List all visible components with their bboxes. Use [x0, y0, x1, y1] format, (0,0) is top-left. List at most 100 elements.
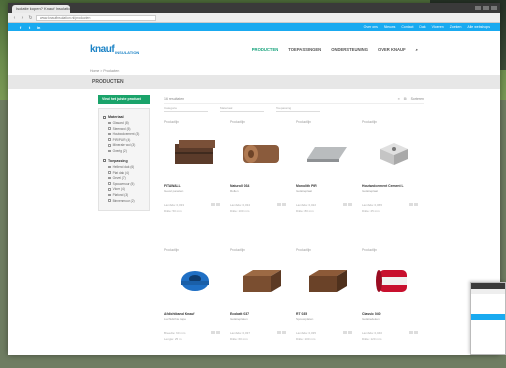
product-card[interactable]: Productlijn Ecobatt 037 Isolatieplaten L…: [230, 248, 292, 368]
checkbox[interactable]: [108, 188, 111, 191]
card-actions[interactable]: [211, 203, 220, 207]
product-card[interactable]: Productlijn Houtwolcement Cement L Isola…: [362, 120, 424, 240]
checkbox[interactable]: [108, 199, 111, 202]
product-name[interactable]: Houtwolcement Cement L: [362, 184, 424, 188]
knauf-logo[interactable]: knauf INSULATION: [90, 44, 139, 55]
checkbox[interactable]: [103, 159, 106, 163]
product-name[interactable]: RT 035: [296, 312, 358, 316]
product-card[interactable]: Productlijn Naturoll 034 Rollen Lambda: …: [230, 120, 292, 240]
toplink[interactable]: Zoeken: [450, 25, 462, 29]
toplink[interactable]: Contact: [401, 25, 413, 29]
card-actions[interactable]: [409, 203, 418, 207]
checkbox[interactable]: [108, 165, 111, 169]
forward-arrow-icon[interactable]: ›: [20, 15, 25, 21]
filter-item-label: Glaswol (8): [112, 121, 129, 125]
checkbox[interactable]: [108, 144, 111, 147]
secondary-window[interactable]: [470, 282, 506, 355]
filter-item[interactable]: PIR/PUR (4): [108, 138, 145, 142]
checkbox[interactable]: [108, 176, 111, 180]
card-actions[interactable]: [409, 331, 418, 335]
product-name[interactable]: Naturoll 034: [230, 184, 292, 188]
card-actions[interactable]: [277, 203, 286, 207]
toplink[interactable]: Over ons: [364, 25, 378, 29]
nav-ondersteuning[interactable]: ONDERSTEUNING: [331, 47, 368, 52]
product-name[interactable]: Ecobatt 037: [230, 312, 292, 316]
toplink[interactable]: Nieuws: [384, 25, 395, 29]
filter-item[interactable]: Plat dak (4): [108, 171, 145, 175]
product-spec: Lengte: 25 m: [164, 337, 226, 341]
maximize-icon[interactable]: [483, 6, 489, 10]
product-image[interactable]: [296, 128, 358, 178]
product-image[interactable]: [362, 128, 424, 178]
product-card[interactable]: Productlijn Monolith PIR Isolatieplaat L…: [296, 120, 358, 240]
filter-item[interactable]: Overig (2): [108, 149, 145, 153]
linkedin-icon[interactable]: in: [36, 25, 41, 30]
nav-producten[interactable]: PRODUCTEN: [252, 47, 279, 52]
product-image[interactable]: [230, 256, 292, 306]
card-actions[interactable]: [343, 331, 352, 335]
product-card[interactable]: Productlijn Classic 040 Isolatiedeken La…: [362, 248, 424, 368]
filter-item[interactable]: Binnenmuur (2): [108, 199, 145, 203]
product-name[interactable]: Afdichtband Knauf: [164, 312, 226, 316]
toplink[interactable]: Dak: [419, 25, 425, 29]
facebook-icon[interactable]: f: [18, 25, 23, 30]
checkbox[interactable]: [108, 127, 111, 130]
filter-item[interactable]: Minerale wol (3): [108, 143, 145, 147]
material-select[interactable]: Materiaal: [220, 106, 264, 112]
grid-view-icon[interactable]: ⊞: [404, 97, 407, 101]
card-actions[interactable]: [343, 203, 352, 207]
toplink[interactable]: Alle webshops: [467, 25, 490, 29]
checkbox[interactable]: [108, 182, 111, 186]
filter-item[interactable]: Plafond (3): [108, 193, 145, 197]
toplink[interactable]: Vloeren: [432, 25, 444, 29]
checkbox[interactable]: [108, 121, 111, 125]
nav-over-knauf[interactable]: OVER KNAUF: [378, 47, 406, 52]
product-name[interactable]: FITAWALL: [164, 184, 226, 188]
category-select[interactable]: Categorie: [164, 106, 208, 112]
card-actions[interactable]: [211, 331, 220, 335]
list-view-icon[interactable]: ≡: [398, 97, 400, 101]
product-card[interactable]: Productlijn FITAWALL Gevel panelen Lambd…: [164, 120, 226, 240]
checkbox[interactable]: [108, 138, 111, 142]
back-arrow-icon[interactable]: ‹: [12, 15, 17, 21]
checkbox[interactable]: [108, 149, 111, 153]
search-icon[interactable]: ⌕: [416, 47, 418, 52]
checkbox[interactable]: [108, 193, 111, 197]
filter-item[interactable]: Hellend dak (6): [108, 165, 145, 169]
find-product-button[interactable]: Vind het juiste product: [98, 95, 150, 104]
filter-group-title[interactable]: Toepassing: [103, 159, 145, 163]
filter-item[interactable]: Gevel (7): [108, 176, 145, 180]
filter-item-label: Overig (2): [112, 148, 127, 153]
checkbox[interactable]: [103, 115, 106, 119]
minimize-icon[interactable]: [475, 6, 481, 10]
filter-item[interactable]: Houtwolcement (3): [108, 132, 145, 136]
product-card[interactable]: Productlijn Afdichtband Knauf Luchtdicht…: [164, 248, 226, 368]
close-icon[interactable]: [491, 6, 497, 10]
checkbox[interactable]: [108, 132, 111, 136]
filter-item[interactable]: Glaswol (8): [108, 121, 145, 125]
filter-item[interactable]: Spouwmuur (5): [108, 182, 145, 186]
product-name[interactable]: Classic 040: [362, 312, 424, 316]
sort-dropdown[interactable]: Sorteren: [411, 97, 424, 101]
product-image[interactable]: [164, 256, 226, 306]
filter-item[interactable]: Steenwol (5): [108, 127, 145, 131]
card-actions[interactable]: [277, 331, 286, 335]
product-name[interactable]: Monolith PIR: [296, 184, 358, 188]
twitter-icon[interactable]: t: [27, 25, 32, 30]
product-image[interactable]: [230, 128, 292, 178]
product-image[interactable]: [164, 128, 226, 178]
checkbox[interactable]: [108, 171, 111, 174]
spec-value: Dikte: 120 mm: [362, 337, 382, 341]
url-input[interactable]: www.knaufinsulation.nl/producten: [36, 14, 156, 21]
reload-icon[interactable]: ↻: [28, 15, 33, 21]
product-card[interactable]: Productlijn RT 035 Spouwplaten Lambda: 0…: [296, 248, 358, 368]
product-spec: Breedte: 60 mm: [164, 331, 226, 335]
product-image[interactable]: [362, 256, 424, 306]
application-select[interactable]: Toepassing: [276, 106, 320, 112]
product-grid-area: 16 resultaten ≡ ⊞ Sorteren Categorie Mat…: [164, 95, 424, 368]
browser-tab[interactable]: Isolatie kopen? Knauf Insulation: [12, 5, 70, 13]
filter-group-title[interactable]: Materiaal: [103, 115, 145, 119]
filter-item[interactable]: Vloer (4): [108, 187, 145, 191]
nav-toepassingen[interactable]: TOEPASSINGEN: [288, 47, 321, 52]
product-image[interactable]: [296, 256, 358, 306]
